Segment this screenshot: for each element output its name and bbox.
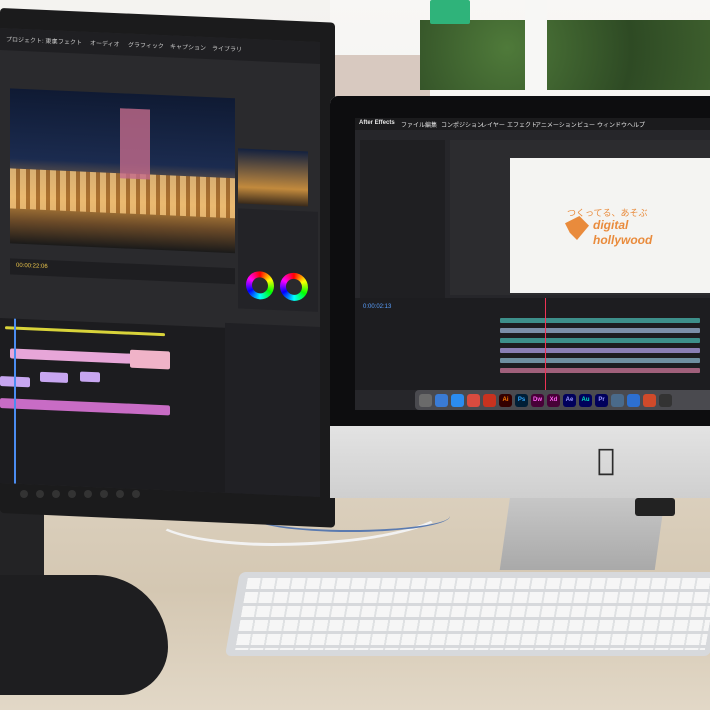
keyboard-keys[interactable] — [235, 578, 710, 650]
menu-item[interactable]: レイヤー — [481, 120, 505, 129]
timeline-clip[interactable] — [0, 398, 170, 416]
menu-item[interactable]: プロジェクト: 東京 — [6, 34, 57, 45]
logo-text-digital: digital — [593, 218, 629, 232]
green-plant-wall — [420, 20, 710, 90]
monitor-button[interactable] — [20, 490, 28, 498]
playhead[interactable] — [14, 318, 16, 484]
menu-item[interactable]: ライブラリ — [212, 43, 242, 53]
menu-item[interactable]: エフェクト — [507, 120, 537, 129]
exit-sign-light — [430, 0, 470, 24]
monitor-buttons — [20, 490, 190, 500]
lit-tower — [120, 108, 150, 180]
mac-dock: Ai Ps Dw Xd Ae Au Pr — [415, 390, 710, 410]
app-icon[interactable] — [611, 393, 624, 407]
xd-icon[interactable]: Xd — [547, 393, 560, 407]
source-monitor-thumb — [238, 148, 308, 207]
timeline-clip[interactable] — [40, 371, 68, 383]
monitor-button[interactable] — [68, 490, 76, 498]
menu-item[interactable]: グラフィック — [128, 40, 164, 51]
layer-bar[interactable] — [500, 368, 700, 373]
menu-item[interactable]: ウィンドウ — [597, 120, 627, 129]
menu-item[interactable]: オーディオ — [90, 38, 120, 48]
illustrator-icon[interactable]: Ai — [499, 393, 512, 407]
layer-bar[interactable] — [500, 348, 700, 353]
menu-item[interactable]: コンポジション — [441, 120, 483, 129]
menu-item[interactable]: 編集 — [425, 120, 437, 129]
photoshop-icon[interactable]: Ps — [515, 393, 528, 407]
ae-timeline-panel[interactable]: 0:00:02:13 — [355, 298, 710, 390]
terminal-icon[interactable] — [659, 393, 672, 407]
layer-bar[interactable] — [500, 318, 700, 323]
menu-item[interactable]: After Effects — [359, 120, 395, 126]
mac-menubar: After Effects ファイル 編集 コンポジション レイヤー エフェクト… — [355, 118, 710, 130]
finder-icon[interactable] — [419, 393, 432, 407]
playback-controls[interactable]: 00:00:22:06 — [10, 258, 235, 285]
monitor-button[interactable] — [132, 490, 140, 498]
layer-bar[interactable] — [500, 338, 700, 343]
ae-timecode: 0:00:02:13 — [363, 304, 392, 310]
app-icon[interactable] — [627, 393, 640, 407]
menu-item[interactable]: アニメーション — [535, 120, 577, 129]
timeline-clip[interactable] — [130, 349, 170, 370]
monitor-button[interactable] — [36, 490, 44, 498]
essential-graphics-panel — [225, 322, 320, 497]
monitor-button[interactable] — [116, 490, 124, 498]
color-wheel-icon[interactable] — [246, 270, 274, 300]
monitor-stand-base — [0, 575, 168, 695]
menu-item[interactable]: ファイル — [401, 120, 425, 129]
power-adapter — [635, 498, 675, 516]
layer-bar[interactable] — [500, 328, 700, 333]
monitor-button[interactable] — [100, 490, 108, 498]
apple-logo-icon:  — [592, 446, 620, 476]
logo-text-hollywood: hollywood — [593, 233, 653, 247]
white-pillar — [525, 0, 547, 90]
safari-icon[interactable] — [451, 393, 464, 407]
filezilla-icon[interactable] — [643, 393, 656, 407]
color-wheel-icon[interactable] — [280, 272, 308, 302]
menu-item[interactable]: キャプション — [170, 41, 206, 52]
dreamweaver-icon[interactable]: Dw — [531, 393, 544, 407]
menu-item[interactable]: ヘルプ — [627, 120, 645, 129]
chrome-icon[interactable] — [467, 393, 480, 407]
audition-icon[interactable]: Au — [579, 393, 592, 407]
monitor-button[interactable] — [52, 490, 60, 498]
timeline-clip[interactable] — [80, 371, 100, 383]
menu-item[interactable]: ビュー — [577, 120, 595, 129]
lumetri-color-panel — [238, 208, 318, 312]
premiere-icon[interactable]: Pr — [595, 393, 608, 407]
after-effects-screen: After Effects ファイル 編集 コンポジション レイヤー エフェクト… — [355, 118, 710, 410]
acrobat-icon[interactable] — [483, 393, 496, 407]
timecode: 00:00:22:06 — [16, 262, 48, 271]
launchpad-icon[interactable] — [435, 393, 448, 407]
menu-item[interactable]: エフェクト — [52, 36, 82, 46]
imac-chin — [330, 426, 710, 498]
timeline-bar — [5, 326, 165, 337]
ae-playhead[interactable] — [545, 298, 546, 390]
after-effects-icon[interactable]: Ae — [563, 393, 576, 407]
project-panel[interactable] — [360, 140, 445, 305]
monitor-button[interactable] — [84, 490, 92, 498]
layer-bar[interactable] — [500, 358, 700, 363]
premiere-pro-screen: プロジェクト: 東京 エフェクト オーディオ グラフィック キャプション ライブ… — [0, 28, 320, 497]
